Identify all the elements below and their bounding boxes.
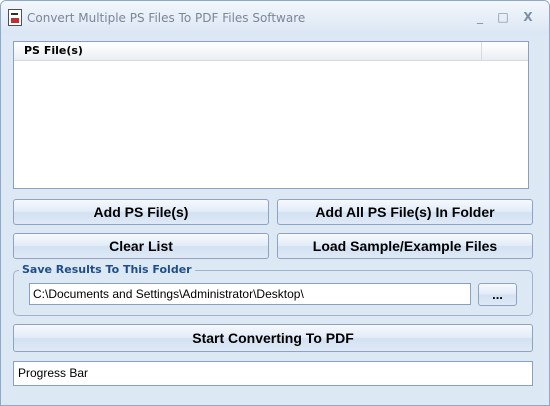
start-converting-button[interactable]: Start Converting To PDF	[13, 324, 533, 352]
output-folder-input[interactable]: C:\Documents and Settings\Administrator\…	[29, 283, 471, 305]
add-all-in-folder-button[interactable]: Add All PS File(s) In Folder	[277, 199, 533, 225]
app-document-icon[interactable]	[8, 9, 22, 26]
file-list-header: PS File(s)	[14, 42, 528, 61]
close-icon[interactable]: X	[520, 10, 536, 24]
minimize-icon[interactable]: _	[472, 10, 488, 24]
window-title: Convert Multiple PS Files To PDF Files S…	[27, 11, 306, 25]
progress-bar: Progress Bar	[13, 361, 533, 386]
load-sample-files-button[interactable]: Load Sample/Example Files	[277, 233, 533, 259]
client-area: PS File(s) Add PS File(s) Add All PS Fil…	[1, 34, 549, 405]
file-list[interactable]: PS File(s)	[13, 41, 529, 189]
clear-list-button[interactable]: Clear List	[13, 233, 269, 259]
browse-folder-button[interactable]: ...	[478, 283, 517, 306]
add-ps-files-button[interactable]: Add PS File(s)	[13, 199, 269, 225]
save-results-group-label: Save Results To This Folder	[19, 263, 195, 276]
title-bar[interactable]: Convert Multiple PS Files To PDF Files S…	[1, 1, 549, 34]
column-header-ps-files[interactable]: PS File(s)	[14, 42, 482, 60]
maximize-icon[interactable]: □	[495, 10, 511, 24]
app-window: Convert Multiple PS Files To PDF Files S…	[0, 0, 550, 406]
